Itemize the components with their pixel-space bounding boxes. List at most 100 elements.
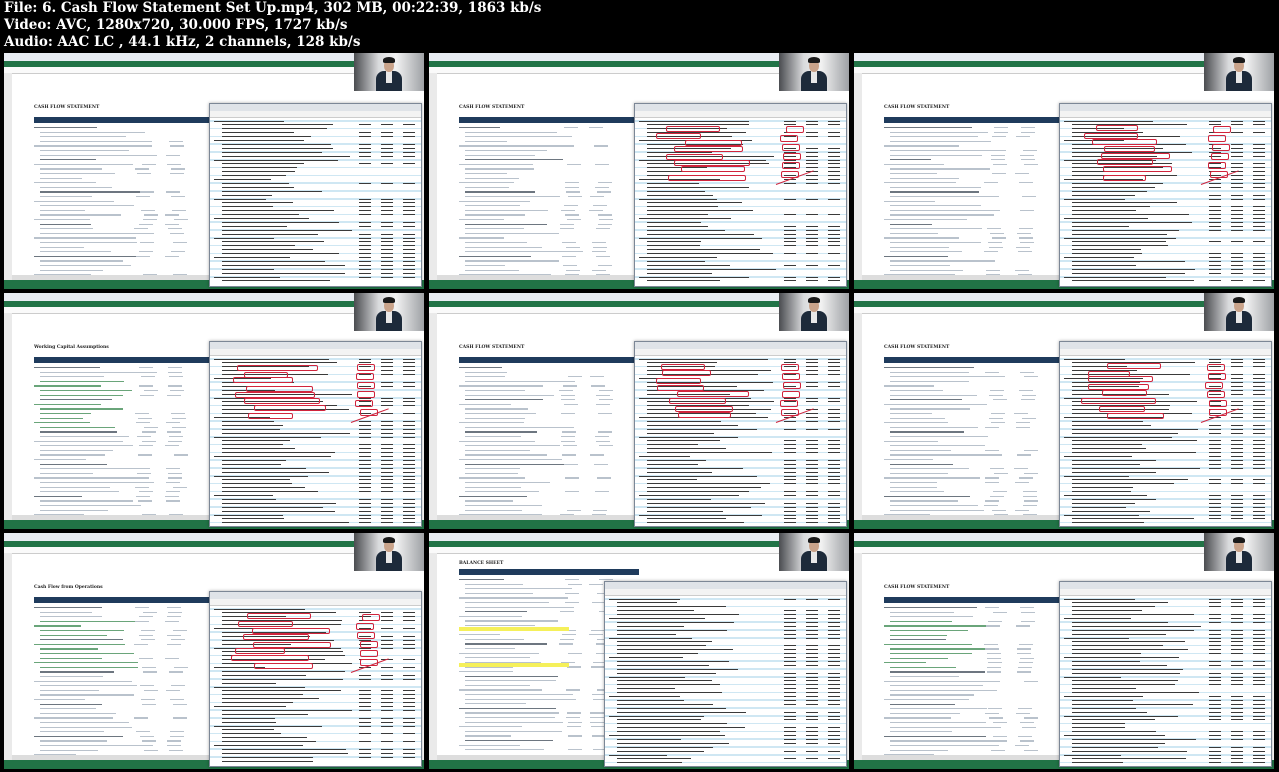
sheet-text-line — [40, 168, 103, 170]
pdf-number — [1209, 448, 1221, 450]
pdf-number — [1231, 253, 1243, 255]
pdf-text-line — [1072, 463, 1140, 465]
sheet-text-line — [459, 200, 530, 202]
sheet-text-line — [884, 274, 955, 276]
pdf-number — [806, 475, 818, 477]
pdf-number — [381, 502, 393, 504]
pdf-number — [381, 518, 393, 520]
sheet-text-line — [884, 422, 948, 424]
sheet-text-line — [465, 399, 543, 401]
sheet-number — [566, 163, 581, 165]
video-thumbnail[interactable]: CASH FLOW STATEMENT — [854, 53, 1274, 289]
pdf-number — [1209, 218, 1221, 219]
pdf-number — [359, 276, 371, 278]
red-annotation-circle — [661, 369, 712, 376]
sheet-text-line — [465, 468, 521, 470]
pdf-number — [403, 678, 415, 680]
pdf-number — [806, 703, 818, 705]
pdf-number — [1231, 260, 1243, 262]
pdf-number — [1231, 401, 1243, 403]
sheet-text-line — [890, 486, 937, 488]
pdf-number — [806, 452, 818, 454]
sheet-number — [986, 666, 1001, 668]
sheet-number — [170, 145, 185, 147]
pdf-number — [359, 132, 371, 134]
sheet-number — [564, 186, 579, 188]
sheet-text-line — [465, 150, 547, 152]
pdf-number — [1253, 649, 1265, 651]
sheet-number — [140, 699, 155, 701]
pdf-number — [1231, 738, 1243, 740]
pdf-number — [381, 268, 393, 270]
red-annotation-circle — [253, 404, 326, 411]
pdf-number — [403, 721, 415, 723]
sheet-text-line — [890, 131, 989, 133]
pdf-number — [403, 616, 415, 618]
pdf-number — [359, 456, 371, 457]
pdf-number — [784, 660, 796, 662]
pdf-text-line — [222, 459, 286, 461]
video-thumbnail[interactable]: Cash Flow from Operations — [4, 533, 424, 769]
pdf-text-line — [1072, 444, 1142, 446]
sheet-text-line — [465, 625, 536, 627]
sheet-text-line — [884, 200, 935, 202]
pdf-number — [403, 643, 415, 645]
pdf-text-line — [222, 210, 334, 212]
pdf-text-line — [1072, 428, 1198, 430]
sheet-text-line — [890, 731, 953, 733]
pdf-number — [784, 598, 796, 600]
sheet-number — [137, 417, 152, 419]
sheet-text-line — [40, 436, 129, 438]
pdf-number — [1253, 645, 1265, 647]
sheet-text-line — [890, 408, 970, 410]
pdf-number — [806, 719, 818, 721]
video-thumbnail[interactable]: BALANCE SHEET — [429, 533, 849, 769]
sheet-number — [167, 643, 182, 645]
red-annotation-circle — [1080, 398, 1156, 404]
pdf-number — [1231, 735, 1243, 736]
pdf-text-line — [609, 598, 680, 600]
video-thumbnail[interactable]: CASH FLOW STATEMENT — [429, 293, 849, 529]
pdf-number — [1231, 378, 1243, 379]
pdf-number — [403, 257, 415, 258]
pdf-number — [828, 159, 840, 161]
sheet-text-line — [40, 209, 85, 211]
pdf-number — [381, 717, 393, 719]
pdf-number — [1209, 660, 1221, 662]
sheet-text-line — [884, 163, 945, 165]
pdf-address-bar — [635, 349, 846, 356]
pdf-number — [828, 680, 840, 682]
pdf-number — [1253, 452, 1265, 454]
sheet-text-line — [40, 390, 133, 392]
pdf-number — [1253, 155, 1265, 157]
video-thumbnail[interactable]: CASH FLOW STATEMENT — [429, 53, 849, 289]
video-thumbnail[interactable]: CASH FLOW STATEMENT — [854, 533, 1274, 769]
pdf-number — [1209, 707, 1221, 709]
pdf-number — [381, 756, 393, 758]
sheet-number — [594, 163, 609, 165]
video-thumbnail[interactable]: CASH FLOW STATEMENT — [4, 53, 424, 289]
video-thumbnail[interactable]: Working Capital Assumptions — [4, 293, 424, 529]
pdf-number — [806, 459, 818, 461]
pdf-number — [1231, 510, 1243, 512]
sheet-number — [559, 611, 574, 613]
pdf-number — [1209, 676, 1221, 678]
excel-row-headers — [4, 553, 12, 760]
pdf-number — [381, 702, 393, 704]
pdf-number — [784, 711, 796, 713]
sheet-number — [1014, 468, 1029, 470]
video-thumbnail[interactable]: CASH FLOW STATEMENT — [854, 293, 1274, 529]
sheet-text-line — [459, 182, 514, 184]
sheet-number — [166, 616, 181, 618]
pdf-number — [784, 715, 796, 717]
red-annotation-circle — [1207, 364, 1226, 371]
red-annotation-circle — [236, 364, 318, 371]
sheet-text-line — [890, 749, 948, 751]
sheet-text-line — [40, 260, 123, 262]
pdf-text-line — [1072, 610, 1143, 612]
sheet-number — [142, 163, 156, 165]
sheet-text-line — [459, 744, 520, 746]
sheet-section-title: Working Capital Assumptions — [34, 345, 109, 350]
sheet-text-line — [34, 495, 82, 497]
pdf-text-line — [1072, 260, 1186, 262]
